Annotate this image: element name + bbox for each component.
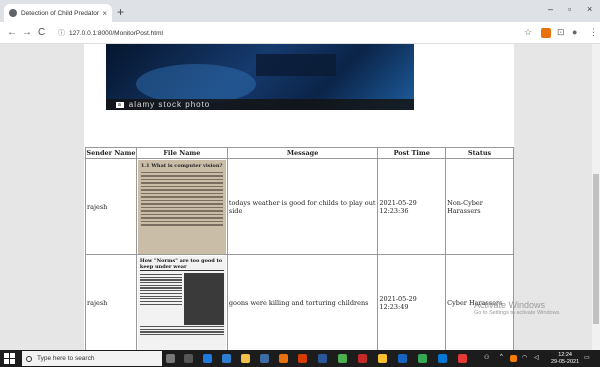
forward-button[interactable]: →	[22, 27, 32, 38]
mail-icon[interactable]	[260, 354, 269, 363]
app-icon[interactable]	[398, 354, 407, 363]
table-row: rajesh 1.1 What is computer vision? toda…	[85, 158, 514, 255]
network-icon[interactable]: ◠	[522, 354, 527, 361]
file-cell: How "Norms" are too good to keep under w…	[135, 254, 228, 350]
browser-toolbar: ← → C ⓘ 127.0.0.1:8000/MonitorPost.html …	[0, 22, 600, 44]
sender-cell: rajesh	[85, 254, 137, 350]
edge-icon[interactable]	[203, 354, 212, 363]
taskbar-search-input[interactable]: Type here to search	[22, 351, 162, 366]
minimize-button[interactable]: –	[548, 4, 553, 14]
tray-app-icon[interactable]	[510, 355, 517, 362]
store-icon[interactable]	[222, 354, 231, 363]
people-icon[interactable]: ⚇	[484, 354, 489, 361]
tab-close-icon[interactable]: ×	[102, 9, 107, 18]
tab-title: Detection of Child Predators Cy	[21, 9, 100, 17]
newspaper-thumbnail[interactable]: How "Norms" are too good to keep under w…	[137, 255, 226, 350]
reload-button[interactable]: C	[38, 27, 45, 38]
app-icon[interactable]	[438, 354, 447, 363]
info-icon[interactable]: ⓘ	[58, 28, 65, 38]
globe-icon	[9, 9, 17, 17]
header-post-time: Post Time	[377, 147, 447, 159]
activate-windows-watermark: Activate Windows Go to Settings to activ…	[474, 300, 561, 316]
content-panel: a alamy stock photo Sender Name File Nam…	[84, 44, 514, 350]
address-bar[interactable]: ⓘ 127.0.0.1:8000/MonitorPost.html	[58, 26, 358, 40]
page-scrollbar[interactable]	[592, 44, 600, 350]
bookmark-star-icon[interactable]: ☆	[524, 27, 532, 38]
app-icon[interactable]	[279, 354, 288, 363]
app-icon[interactable]	[378, 354, 387, 363]
post-time-cell: 2021-05-29 12:23:49	[377, 254, 447, 350]
posts-table: Sender Name File Name Message Post Time …	[85, 147, 514, 350]
app-icon[interactable]	[358, 354, 367, 363]
powerpoint-icon[interactable]	[298, 354, 307, 363]
banner-image: a alamy stock photo	[106, 44, 414, 110]
tab-strip: Detection of Child Predators Cy × + – ▫ …	[0, 0, 600, 22]
browser-tab[interactable]: Detection of Child Predators Cy ×	[4, 4, 112, 22]
chevron-up-icon[interactable]: ^	[500, 354, 503, 360]
task-view-icon[interactable]	[184, 354, 193, 363]
message-cell: todays weather is good for childs to pla…	[226, 158, 379, 255]
header-sender-name: Sender Name	[85, 147, 137, 159]
address-text: 127.0.0.1:8000/MonitorPost.html	[69, 29, 163, 37]
cast-icon[interactable]: ⊡	[557, 27, 565, 38]
taskbar-clock[interactable]: 12:24 29-05-2021	[551, 352, 579, 365]
message-cell: goons were killing and torturing childre…	[226, 254, 379, 350]
document-thumbnail[interactable]: 1.1 What is computer vision?	[137, 159, 226, 254]
back-button[interactable]: ←	[7, 27, 17, 38]
header-file-name: File Name	[135, 147, 228, 159]
extension-icon[interactable]	[541, 28, 551, 38]
photos-icon[interactable]	[338, 354, 347, 363]
file-explorer-icon[interactable]	[241, 354, 250, 363]
volume-icon[interactable]: ◁	[534, 354, 539, 361]
post-time-cell: 2021-05-29 12:23:36	[377, 158, 447, 255]
scrollbar-thumb[interactable]	[593, 174, 599, 324]
header-message: Message	[226, 147, 379, 159]
stock-watermark: a alamy stock photo	[106, 99, 414, 110]
microphone-icon[interactable]	[166, 354, 175, 363]
photo-placeholder	[183, 272, 224, 325]
status-cell: Non-Cyber Harassers	[445, 158, 514, 255]
close-window-button[interactable]: ×	[587, 4, 592, 14]
chrome-icon[interactable]	[418, 354, 427, 363]
taskbar: Type here to search ⚇ ^ ◠ ◁ 12:24 29-05-…	[0, 350, 600, 367]
table-header-row: Sender Name File Name Message Post Time …	[85, 147, 514, 159]
new-tab-button[interactable]: +	[117, 5, 124, 19]
alamy-logo: a	[116, 101, 124, 108]
sender-cell: rajesh	[85, 158, 137, 255]
word-icon[interactable]	[318, 354, 327, 363]
header-status: Status	[445, 147, 514, 159]
search-icon	[26, 355, 32, 362]
maximize-button[interactable]: ▫	[568, 4, 571, 14]
pdf-icon[interactable]	[458, 354, 467, 363]
windows-start-icon[interactable]	[4, 353, 15, 364]
menu-icon[interactable]: ⋮	[589, 27, 598, 38]
notification-icon[interactable]: ▭	[584, 354, 590, 361]
table-row: rajesh How "Norms" are too good to keep …	[85, 254, 514, 350]
profile-icon[interactable]: ●	[572, 27, 577, 37]
file-cell: 1.1 What is computer vision?	[135, 158, 228, 255]
